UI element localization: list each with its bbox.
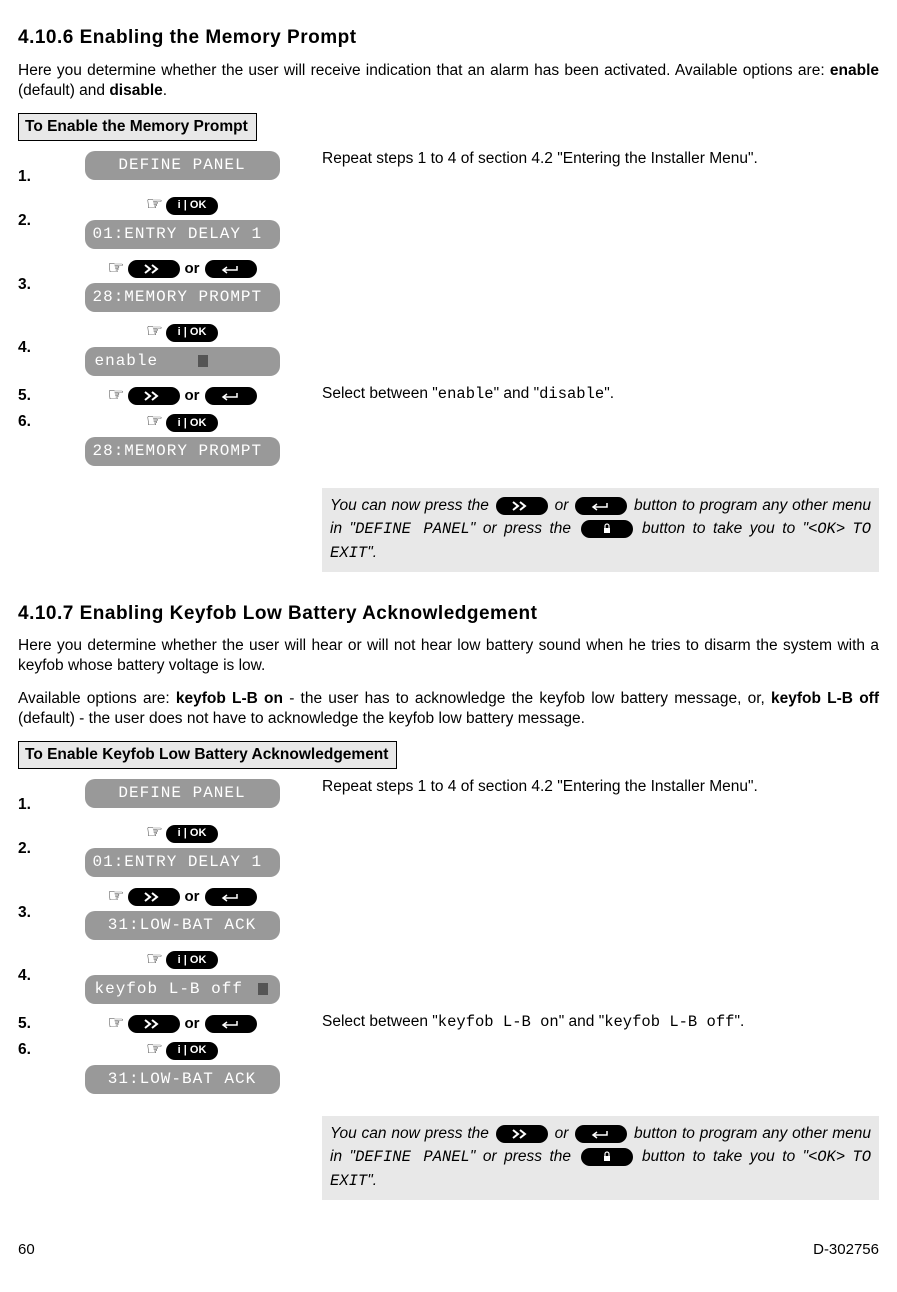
ok-button-icon: i | OK: [166, 197, 218, 215]
intro-pre-1: Here you determine whether the user will…: [18, 62, 830, 79]
section-heading-1: 4.10.6 Enabling the Memory Prompt: [18, 26, 879, 51]
lcd-display: 28:MEMORY PROMPT: [85, 437, 280, 466]
ok-button-icon: i | OK: [166, 324, 218, 342]
back-button-icon: [205, 260, 257, 278]
step-number: 2.: [18, 821, 52, 859]
step-number: 2.: [18, 193, 52, 231]
step-number: 4.: [18, 320, 52, 358]
step-number: 1.: [18, 777, 52, 815]
ok-button-icon: i | OK: [166, 825, 218, 843]
step-instruction: Select between "keyfob L-B on" and "keyf…: [312, 1012, 879, 1032]
forward-button-icon: [128, 260, 180, 278]
hand-icon: ☞: [146, 948, 163, 973]
step-number: 5.: [18, 1012, 52, 1034]
lcd-display: 31:LOW-BAT ACK: [85, 1065, 280, 1094]
section-heading-2: 4.10.7 Enabling Keyfob Low Battery Ackno…: [18, 602, 879, 627]
back-button-icon: [205, 387, 257, 405]
lcd-display: 28:MEMORY PROMPT: [85, 283, 280, 312]
lcd-display: 01:ENTRY DELAY 1: [85, 220, 280, 249]
or-label: or: [185, 887, 200, 907]
hand-icon: ☞: [146, 410, 163, 435]
lock-button-icon: [581, 520, 633, 538]
procedure-header-1: To Enable the Memory Prompt: [18, 113, 257, 141]
doc-number: D-302756: [813, 1240, 879, 1260]
hand-icon: ☞: [146, 320, 163, 345]
back-button-icon: [575, 1125, 627, 1143]
step-number: 1.: [18, 149, 52, 187]
intro-opt2-1: disable: [109, 82, 162, 99]
hand-icon: ☞: [107, 257, 124, 282]
page-number: 60: [18, 1240, 35, 1260]
note-box-2: You can now press the or button to progr…: [322, 1116, 879, 1200]
step-number: 3.: [18, 885, 52, 923]
step-instruction: Repeat steps 1 to 4 of section 4.2 "Ente…: [312, 149, 879, 169]
hand-icon: ☞: [146, 1038, 163, 1063]
step-number: 3.: [18, 257, 52, 295]
hand-icon: ☞: [107, 885, 124, 910]
lcd-display: enable: [85, 347, 280, 376]
hand-icon: ☞: [146, 193, 163, 218]
lcd-display: 01:ENTRY DELAY 1: [85, 848, 280, 877]
hand-icon: ☞: [107, 384, 124, 409]
ok-button-icon: i | OK: [166, 414, 218, 432]
back-button-icon: [575, 497, 627, 515]
hand-icon: ☞: [107, 1012, 124, 1037]
step-number: 4.: [18, 948, 52, 986]
cursor-icon: [198, 355, 208, 367]
step-instruction: Select between "enable" and "disable".: [312, 384, 879, 404]
forward-button-icon: [128, 387, 180, 405]
intro-end-1: .: [163, 82, 167, 99]
intro-text-2a: Here you determine whether the user will…: [18, 636, 879, 676]
lcd-display: DEFINE PANEL: [85, 779, 280, 808]
hand-icon: ☞: [146, 821, 163, 846]
intro-text-1: Here you determine whether the user will…: [18, 61, 879, 101]
lock-button-icon: [581, 1148, 633, 1166]
intro-mid-1: (default) and: [18, 82, 109, 99]
procedure-header-2: To Enable Keyfob Low Battery Acknowledge…: [18, 741, 397, 769]
intro-text-2b: Available options are: keyfob L-B on - t…: [18, 689, 879, 729]
step-number: 5.: [18, 384, 52, 406]
back-button-icon: [205, 888, 257, 906]
back-button-icon: [205, 1015, 257, 1033]
forward-button-icon: [128, 888, 180, 906]
ok-button-icon: i | OK: [166, 1042, 218, 1060]
step-number: 6.: [18, 410, 52, 432]
forward-button-icon: [496, 1125, 548, 1143]
lcd-display: keyfob L-B off: [85, 975, 280, 1004]
note-box-1: You can now press the or button to progr…: [322, 488, 879, 572]
or-label: or: [185, 259, 200, 279]
step-instruction: Repeat steps 1 to 4 of section 4.2 "Ente…: [312, 777, 879, 797]
ok-button-icon: i | OK: [166, 951, 218, 969]
step-number: 6.: [18, 1038, 52, 1060]
forward-button-icon: [128, 1015, 180, 1033]
or-label: or: [185, 1014, 200, 1034]
cursor-icon: [258, 983, 268, 995]
forward-button-icon: [496, 497, 548, 515]
lcd-display: DEFINE PANEL: [85, 151, 280, 180]
or-label: or: [185, 386, 200, 406]
intro-opt1-1: enable: [830, 62, 879, 79]
lcd-display: 31:LOW-BAT ACK: [85, 911, 280, 940]
